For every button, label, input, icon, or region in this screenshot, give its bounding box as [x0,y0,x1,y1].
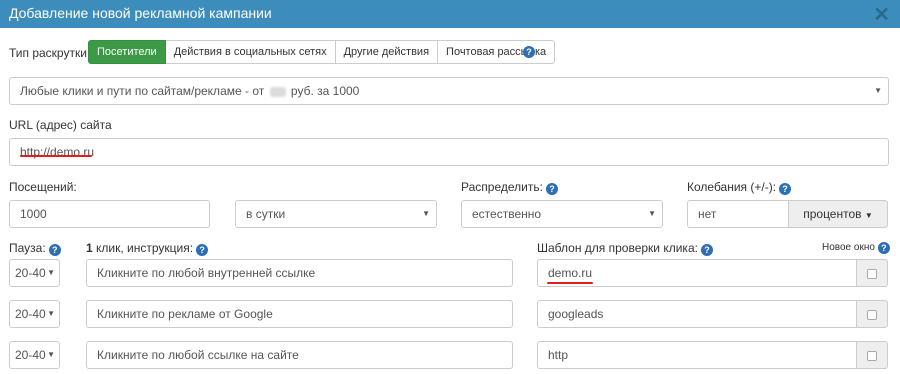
instruction-label-text: клик, инструкция: [96,241,194,255]
new-window-checkbox-addon [856,341,888,369]
new-window-checkbox[interactable] [867,309,877,320]
chevron-down-icon: ▼ [864,211,873,220]
pattern-label: Шаблон для проверки клика:? [537,241,713,256]
help-icon[interactable]: ? [196,244,209,256]
chevron-down-icon: ▼ [648,209,656,218]
tab-social-actions[interactable]: Действия в социальных сетях [165,40,336,64]
pause-value: 20-40 [15,307,46,321]
tab-mail-newsletter[interactable]: Почтовая рассылка [438,40,556,64]
tab-visitors[interactable]: Посетители [88,40,166,64]
chevron-down-icon: ▼ [422,209,430,218]
mode-select[interactable]: Любые клики и пути по сайтам/рекламе - о… [9,77,889,105]
fluctuation-value: нет [698,207,717,221]
visits-label: Посещений: [9,180,77,194]
instruction-value: Кликните по любой ссылке на сайте [97,348,299,362]
close-icon[interactable]: ✕ [873,2,890,27]
pause-select[interactable]: 20-40 ▼ [9,341,60,369]
fluctuation-label: Колебания (+/-):? [687,180,792,195]
pause-value: 20-40 [15,348,46,362]
help-icon[interactable]: ? [877,242,890,254]
visits-value: 1000 [20,207,47,221]
help-icon[interactable]: ? [779,183,792,195]
pattern-input[interactable]: googleads [537,300,857,328]
url-underline [20,155,92,157]
new-window-checkbox-addon [856,300,888,328]
mode-select-suffix: руб. за 1000 [290,84,360,98]
promo-type-label: Тип раскрутки: [9,46,91,60]
url-input[interactable]: http://demo.ru [9,138,889,166]
chevron-down-icon: ▼ [874,86,882,95]
fluctuation-unit-dropdown[interactable]: процентов ▼ [788,200,888,228]
period-value: в сутки [246,207,286,221]
instruction-count: 1 [86,241,93,255]
visits-input[interactable]: 1000 [9,200,210,228]
help-icon[interactable]: ? [700,244,713,256]
modal-title: Добавление новой рекламной кампании [9,5,272,21]
pause-select[interactable]: 20-40 ▼ [9,300,60,328]
new-window-checkbox[interactable] [867,268,877,279]
period-select[interactable]: в сутки ▼ [235,200,437,228]
instruction-input[interactable]: Кликните по любой ссылке на сайте [86,341,513,369]
new-window-checkbox-addon [856,259,888,287]
instruction-label: 1 клик, инструкция:? [86,241,209,256]
pattern-label-text: Шаблон для проверки клика: [537,241,698,255]
help-icon[interactable]: ? [523,46,535,58]
promo-type-tabs: Посетители Действия в социальных сетях Д… [88,40,556,64]
distribute-label-text: Распределить: [461,180,543,194]
tab-other-actions[interactable]: Другие действия [335,40,439,64]
pattern-underline [547,282,593,284]
pause-value: 20-40 [15,266,46,280]
fluctuation-unit: процентов [803,207,862,221]
fluctuation-input[interactable]: нет [687,200,789,228]
help-icon[interactable]: ? [545,183,558,195]
chevron-down-icon: ▼ [47,268,55,277]
pattern-value: demo.ru [548,266,593,280]
help-icon[interactable]: ? [48,244,61,256]
instruction-value: Кликните по любой внутренней ссылке [97,266,316,280]
hidden-price [269,86,286,97]
instruction-input[interactable]: Кликните по рекламе от Google [86,300,513,328]
pattern-value: googleads [548,307,604,321]
distribute-label: Распределить:? [461,180,558,195]
pause-select[interactable]: 20-40 ▼ [9,259,60,287]
instruction-value: Кликните по рекламе от Google [97,307,273,321]
pause-label-text: Пауза: [9,241,46,255]
distribute-select[interactable]: естественно ▼ [461,200,663,228]
pattern-value: http [548,348,569,362]
url-label: URL (адрес) сайта [9,118,112,132]
instruction-input[interactable]: Кликните по любой внутренней ссылке [86,259,513,287]
distribute-value: естественно [472,207,542,221]
fluctuation-label-text: Колебания (+/-): [687,180,777,194]
new-window-checkbox[interactable] [867,350,877,361]
pattern-input[interactable]: http [537,341,857,369]
chevron-down-icon: ▼ [47,309,55,318]
new-window-label: Новое окно? [822,242,890,254]
new-window-label-text: Новое окно [822,242,875,253]
chevron-down-icon: ▼ [47,350,55,359]
modal-header: Добавление новой рекламной кампании ✕ [0,0,900,28]
mode-select-prefix: Любые клики и пути по сайтам/рекламе - о… [20,84,265,98]
pause-label: Пауза:? [9,241,61,256]
